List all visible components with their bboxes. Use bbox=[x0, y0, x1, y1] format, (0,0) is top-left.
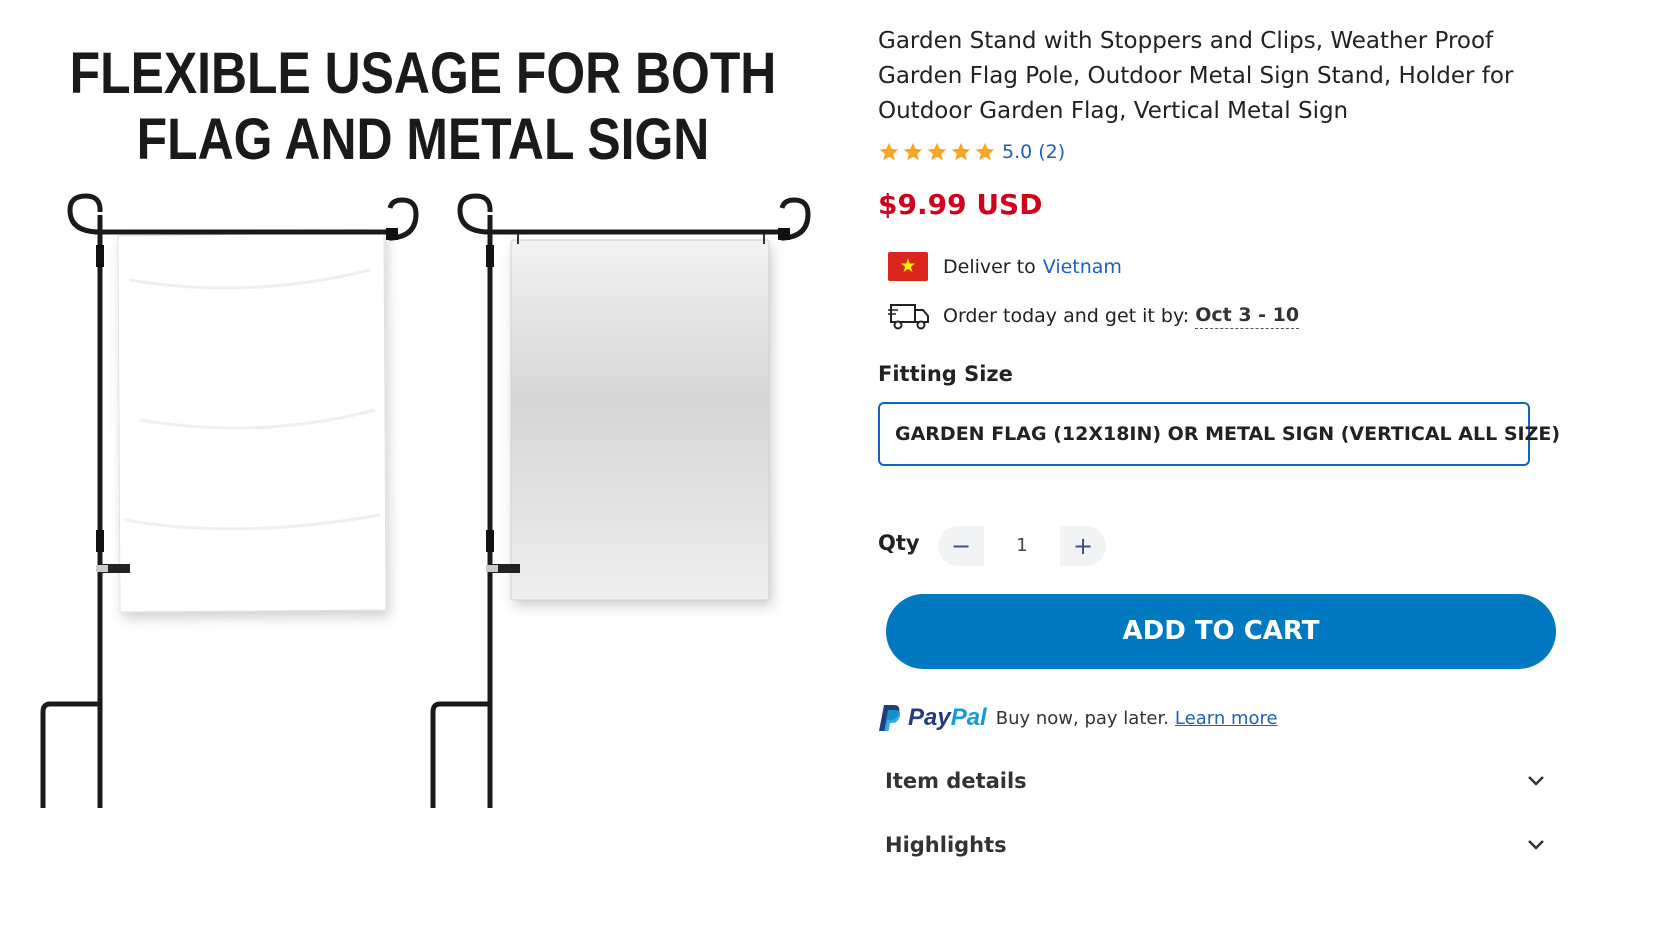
qty-decrease-button[interactable]: − bbox=[938, 526, 984, 566]
metal-sign-stand bbox=[430, 193, 811, 808]
product-price: $9.99 USD bbox=[878, 188, 1043, 221]
qty-increase-button[interactable]: + bbox=[1060, 526, 1106, 566]
product-image: FLEXIBLE USAGE FOR BOTH FLAG AND METAL S… bbox=[0, 0, 860, 934]
chevron-down-icon bbox=[1528, 840, 1544, 850]
paypal-wordmark: PayPal bbox=[908, 704, 987, 732]
qty-label: Qty bbox=[878, 531, 920, 555]
order-text: Order today and get it by: bbox=[943, 305, 1190, 327]
delivery-date[interactable]: Oct 3 - 10 bbox=[1195, 304, 1300, 329]
accordion-item-details[interactable]: Item details bbox=[885, 761, 1545, 801]
star-icon bbox=[879, 142, 899, 161]
add-to-cart-button[interactable]: ADD TO CART bbox=[886, 594, 1556, 669]
star-icon bbox=[903, 142, 923, 161]
paypal-word-pal: Pal bbox=[950, 704, 987, 731]
paypal-learn-more-link[interactable]: Learn more bbox=[1175, 708, 1278, 729]
deliver-to-row[interactable]: ★ Deliver to Vietnam bbox=[888, 252, 1122, 281]
image-headline-line2: FLAG AND METAL SIGN bbox=[136, 107, 710, 172]
product-rating[interactable]: 5.0 (2) bbox=[878, 141, 1065, 163]
deliver-label: Deliver to bbox=[943, 255, 1036, 278]
chevron-down-icon bbox=[1528, 776, 1544, 786]
fitting-size-select[interactable]: GARDEN FLAG (12X18IN) OR METAL SIGN (VER… bbox=[878, 402, 1560, 466]
paypal-text: Buy now, pay later. bbox=[995, 707, 1169, 729]
fitting-size-label: Fitting Size bbox=[878, 362, 1013, 386]
garden-stand-illustration bbox=[40, 193, 811, 808]
flag-stand bbox=[40, 193, 419, 808]
paypal-logo-icon bbox=[879, 705, 901, 731]
paypal-banner: PayPal Buy now, pay later. Learn more bbox=[878, 703, 1278, 733]
rating-value[interactable]: 5.0 (2) bbox=[1002, 141, 1065, 163]
star-icon bbox=[951, 142, 971, 161]
star-icon bbox=[927, 142, 947, 161]
star-icon bbox=[975, 142, 995, 161]
paypal-word-pay: Pay bbox=[908, 704, 951, 731]
accordion-label: Highlights bbox=[885, 833, 1007, 857]
delivery-estimate-row: Order today and get it by: Oct 3 - 10 bbox=[888, 300, 1300, 332]
flag-star: ★ bbox=[899, 255, 917, 277]
accordion-highlights[interactable]: Highlights bbox=[885, 825, 1545, 865]
fitting-size-value: GARDEN FLAG (12X18IN) OR METAL SIGN (VER… bbox=[895, 423, 1561, 445]
vietnam-flag-icon: ★ bbox=[888, 252, 928, 281]
deliver-country-link[interactable]: Vietnam bbox=[1043, 256, 1122, 278]
image-headline-line1: FLEXIBLE USAGE FOR BOTH bbox=[69, 41, 777, 106]
accordion-label: Item details bbox=[885, 769, 1027, 793]
quantity-stepper: − 1 + bbox=[938, 526, 1106, 566]
delivery-truck-icon bbox=[888, 304, 929, 330]
qty-input[interactable]: 1 bbox=[984, 526, 1060, 566]
product-title: Garden Stand with Stoppers and Clips, We… bbox=[878, 28, 1514, 124]
